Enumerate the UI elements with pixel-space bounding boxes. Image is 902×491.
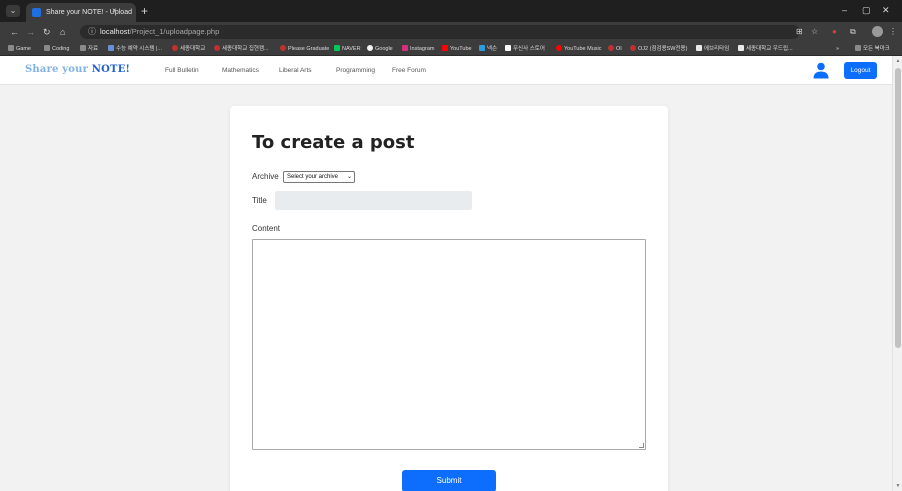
folder-icon — [8, 45, 14, 51]
bookmark-item[interactable]: YouTube Music — [556, 42, 602, 55]
maximize-icon[interactable]: ▢ — [862, 4, 871, 16]
tab-title: Share your NOTE! - Upload — [46, 9, 132, 16]
naver-icon — [334, 45, 340, 51]
close-window-icon[interactable]: ✕ — [882, 4, 890, 16]
nexon-icon — [479, 45, 485, 51]
bookmark-item[interactable]: 세종대학교 — [172, 42, 205, 55]
page-scrollbar[interactable]: ▲ ▼ — [892, 56, 902, 491]
translate-icon[interactable]: ⊞ — [796, 26, 803, 38]
tab-search-icon[interactable]: ⌄ — [6, 5, 20, 17]
musinsa-icon — [505, 45, 511, 51]
nav-link-mathematics[interactable]: Mathematics — [222, 66, 259, 76]
bookmark-favicon-icon — [630, 45, 636, 51]
nav-link-full-bulletin[interactable]: Full Bulletin — [165, 66, 199, 76]
everytime-icon — [696, 45, 702, 51]
bookmark-item[interactable]: Game — [8, 42, 31, 55]
title-label: Title — [252, 196, 267, 205]
submit-button[interactable]: Submit — [402, 470, 496, 491]
resize-handle-icon[interactable] — [639, 443, 644, 448]
nav-link-free-forum[interactable]: Free Forum — [392, 66, 426, 76]
title-input[interactable] — [275, 191, 472, 210]
browser-tab[interactable]: Share your NOTE! - Upload — [26, 3, 136, 22]
chevron-down-icon: ⌄ — [346, 174, 352, 180]
address-bar[interactable]: ⓘ localhost/Project_1/uploadpage.php — [80, 25, 800, 39]
browser-menu-icon[interactable]: ⋮ — [889, 26, 897, 38]
bookmark-item[interactable]: 무신사 스토어 — [505, 42, 545, 55]
page-title: To create a post — [252, 132, 415, 153]
minimize-icon[interactable]: – — [842, 4, 847, 16]
folder-icon — [80, 45, 86, 51]
extension-icon[interactable]: ● — [832, 26, 837, 38]
bookmark-item[interactable]: YouTube — [442, 42, 472, 55]
youtube-music-icon — [556, 45, 562, 51]
new-tab-icon[interactable]: + — [141, 4, 148, 18]
scrollbar-thumb[interactable] — [895, 68, 901, 348]
site-brand-logo[interactable]: Share your NOTE! — [25, 64, 130, 75]
bookmark-item[interactable]: NAVER — [334, 42, 361, 55]
bookmark-item[interactable]: Please Graduate — [280, 42, 329, 55]
site-navbar: Share your NOTE! Full Bulletin Mathemati… — [0, 56, 892, 85]
bookmark-item[interactable]: 세종대학교 집현캠... — [214, 42, 269, 55]
all-bookmarks[interactable]: 모든 북마크 — [855, 42, 890, 55]
youtube-icon — [442, 45, 448, 51]
bookmark-item[interactable]: 넥슨 — [479, 42, 497, 55]
create-post-card: To create a post Archive Select your arc… — [230, 106, 668, 491]
bookmark-item[interactable]: Coding — [44, 42, 69, 55]
bookmark-star-icon[interactable]: ☆ — [811, 26, 818, 38]
bookmark-item[interactable]: 수능 예약 시스템 |... — [108, 42, 162, 55]
bookmark-favicon-icon — [280, 45, 286, 51]
nav-link-programming[interactable]: Programming — [336, 66, 375, 76]
logout-button[interactable]: Logout — [844, 62, 877, 79]
folder-icon — [44, 45, 50, 51]
bookmark-item[interactable]: 자료 — [80, 42, 98, 55]
scroll-down-icon[interactable]: ▼ — [894, 483, 902, 489]
archive-select[interactable]: Select your archive ⌄ — [283, 171, 355, 183]
nav-link-liberal-arts[interactable]: Liberal Arts — [279, 66, 312, 76]
page-viewport: Share your NOTE! Full Bulletin Mathemati… — [0, 56, 892, 491]
bookmark-favicon-icon — [608, 45, 614, 51]
bookmark-item[interactable]: 세종대학교 우드립... — [738, 42, 793, 55]
forward-icon[interactable]: → — [26, 26, 35, 38]
bookmark-item[interactable]: OJ2 (점검용SW전용) — [630, 42, 687, 55]
bookmarks-overflow-icon[interactable]: » — [836, 42, 839, 55]
archive-label: Archive — [252, 172, 279, 181]
url-text: localhost/Project_1/uploadpage.php — [100, 27, 220, 36]
browser-tabstrip: ⌄ Share your NOTE! - Upload × + – ▢ ✕ — [0, 0, 902, 22]
bookmark-item[interactable]: 에브리타임 — [696, 42, 729, 55]
instagram-icon — [402, 45, 408, 51]
scroll-up-icon[interactable]: ▲ — [894, 58, 902, 64]
profile-avatar-icon[interactable] — [872, 26, 883, 37]
archive-selected-value: Select your archive — [287, 174, 339, 180]
bookmarks-bar: Game Coding 자료 수능 예약 시스템 |... 세종대학교 세종대학… — [0, 42, 902, 56]
reload-icon[interactable]: ↻ — [43, 26, 51, 38]
user-profile-icon[interactable] — [812, 61, 830, 79]
bookmark-item[interactable]: OI — [608, 42, 622, 55]
bookmark-favicon-icon — [108, 45, 114, 51]
back-icon[interactable]: ← — [10, 26, 19, 38]
extensions-puzzle-icon[interactable]: ⧉ — [850, 26, 856, 38]
content-textarea[interactable] — [252, 239, 646, 450]
bookmark-favicon-icon — [214, 45, 220, 51]
site-info-icon[interactable]: ⓘ — [88, 27, 96, 37]
home-icon[interactable]: ⌂ — [60, 26, 65, 38]
tab-close-icon[interactable]: × — [112, 3, 117, 19]
bookmark-favicon-icon — [172, 45, 178, 51]
content-label: Content — [252, 224, 281, 233]
bookmark-item[interactable]: Google — [367, 42, 393, 55]
browser-toolbar: ← → ↻ ⌂ ⓘ localhost/Project_1/uploadpage… — [0, 22, 902, 42]
bookmark-favicon-icon — [738, 45, 744, 51]
folder-icon — [855, 45, 861, 51]
site-favicon-icon — [32, 8, 41, 17]
bookmark-item[interactable]: Instagram — [402, 42, 434, 55]
google-icon — [367, 45, 373, 51]
